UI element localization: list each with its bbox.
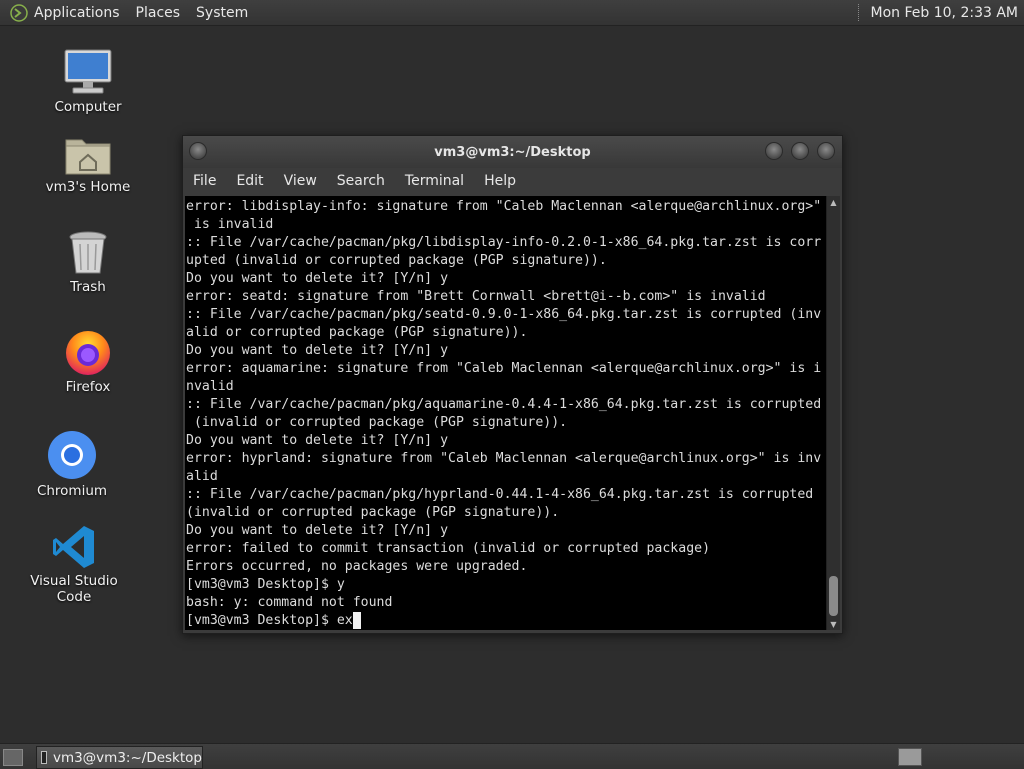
desktop-icon-label: Firefox <box>65 379 111 395</box>
terminal-line: error: aquamarine: signature from "Caleb… <box>186 361 822 376</box>
desktop-icon-label: Trash <box>70 279 106 295</box>
terminal-line: :: File /var/cache/pacman/pkg/libdisplay… <box>186 235 822 250</box>
terminal-line: error: hyprland: signature from "Caleb M… <box>186 451 822 466</box>
window-menu-button[interactable] <box>189 142 207 160</box>
terminal-prompt: [vm3@vm3 Desktop]$ <box>186 613 337 628</box>
desktop-icon-home[interactable]: vm3's Home <box>28 124 148 195</box>
terminal-line: Do you want to delete it? [Y/n] y <box>186 523 449 538</box>
panel-separator <box>857 4 861 21</box>
desktop-icon-label: Chromium <box>36 483 108 499</box>
desktop-icon-label: vm3's Home <box>45 179 131 195</box>
menu-help[interactable]: Help <box>474 173 526 189</box>
terminal-line: Errors occurred, no packages were upgrad… <box>186 559 528 574</box>
minimize-button[interactable] <box>765 142 783 160</box>
clock[interactable]: Mon Feb 10, 2:33 AM <box>871 5 1024 21</box>
terminal-line: bash: y: command not found <box>186 595 393 610</box>
top-panel: Applications Places System Mon Feb 10, 2… <box>0 0 1024 26</box>
desktop-icon-vscode[interactable]: Visual Studio Code <box>14 518 134 605</box>
terminal-scrollbar[interactable]: ▲ ▼ <box>826 196 840 630</box>
desktop-icon-label: Visual Studio Code <box>30 573 118 605</box>
taskbar-window-button[interactable]: vm3@vm3:~/Desktop <box>36 746 203 769</box>
mate-logo-icon[interactable] <box>10 3 28 22</box>
terminal-input[interactable]: ex <box>337 613 353 628</box>
terminal-line: :: File /var/cache/pacman/pkg/seatd-0.9.… <box>186 307 822 322</box>
terminal-icon <box>41 751 47 764</box>
desktop-icon-trash[interactable]: Trash <box>28 224 148 295</box>
scroll-down-arrow-icon[interactable]: ▼ <box>827 618 840 630</box>
menu-search[interactable]: Search <box>327 173 395 189</box>
terminal-line: alid or corrupted package (PGP signature… <box>186 325 528 340</box>
taskbar-window-label: vm3@vm3:~/Desktop <box>52 749 202 766</box>
terminal-lines: error: libdisplay-info: signature from "… <box>186 199 821 610</box>
terminal-menubar: File Edit View Search Terminal Help <box>183 168 842 194</box>
terminal-line: Do you want to delete it? [Y/n] y <box>186 433 449 448</box>
terminal-line: Do you want to delete it? [Y/n] y <box>186 271 449 286</box>
vscode-icon <box>53 526 94 568</box>
trash-icon <box>69 231 107 274</box>
chromium-icon <box>48 431 96 479</box>
terminal-line: :: File /var/cache/pacman/pkg/hyprland-0… <box>186 487 814 502</box>
menu-terminal[interactable]: Terminal <box>395 173 474 189</box>
terminal-line: is invalid <box>193 217 274 232</box>
terminal-cursor <box>352 612 361 629</box>
bottom-panel: vm3@vm3:~/Desktop <box>0 743 1024 769</box>
menu-edit[interactable]: Edit <box>226 173 273 189</box>
terminal-line: Do you want to delete it? [Y/n] y <box>186 343 449 358</box>
scroll-up-arrow-icon[interactable]: ▲ <box>827 196 840 208</box>
maximize-button[interactable] <box>791 142 809 160</box>
workspace-switcher[interactable] <box>898 748 922 766</box>
scrollbar-thumb[interactable] <box>829 576 838 616</box>
terminal-line: [vm3@vm3 Desktop]$ y <box>186 577 345 592</box>
places-menu[interactable]: Places <box>128 5 189 21</box>
computer-icon <box>64 49 112 94</box>
terminal-line: (invalid or corrupted package (PGP signa… <box>186 505 560 520</box>
terminal-window[interactable]: vm3@vm3:~/Desktop File Edit View Search … <box>182 135 843 634</box>
desktop-icon-label: Computer <box>54 99 122 115</box>
menu-view[interactable]: View <box>274 173 327 189</box>
terminal-line: :: File /var/cache/pacman/pkg/aquamarine… <box>186 397 822 412</box>
show-desktop-button[interactable] <box>3 749 23 766</box>
terminal-line: error: libdisplay-info: signature from "… <box>186 199 822 214</box>
desktop-icon-chromium[interactable]: Chromium <box>12 428 132 499</box>
system-menu[interactable]: System <box>188 5 256 21</box>
home-folder-icon <box>65 139 111 175</box>
terminal-output[interactable]: error: libdisplay-info: signature from "… <box>185 196 826 630</box>
window-titlebar[interactable]: vm3@vm3:~/Desktop <box>183 136 842 168</box>
applications-menu[interactable]: Applications <box>32 5 128 21</box>
desktop-icon-firefox[interactable]: Firefox <box>28 324 148 395</box>
terminal-line: (invalid or corrupted package (PGP signa… <box>193 415 568 430</box>
terminal-line: error: seatd: signature from "Brett Corn… <box>186 289 766 304</box>
terminal-line: alid <box>186 469 218 484</box>
terminal-line: upted (invalid or corrupted package (PGP… <box>186 253 607 268</box>
window-title: vm3@vm3:~/Desktop <box>434 144 591 160</box>
firefox-icon <box>66 331 110 375</box>
terminal-line: nvalid <box>186 379 234 394</box>
desktop-icon-computer[interactable]: Computer <box>28 44 148 115</box>
menu-file[interactable]: File <box>183 173 226 189</box>
terminal-line: error: failed to commit transaction (inv… <box>186 541 711 556</box>
close-button[interactable] <box>817 142 835 160</box>
